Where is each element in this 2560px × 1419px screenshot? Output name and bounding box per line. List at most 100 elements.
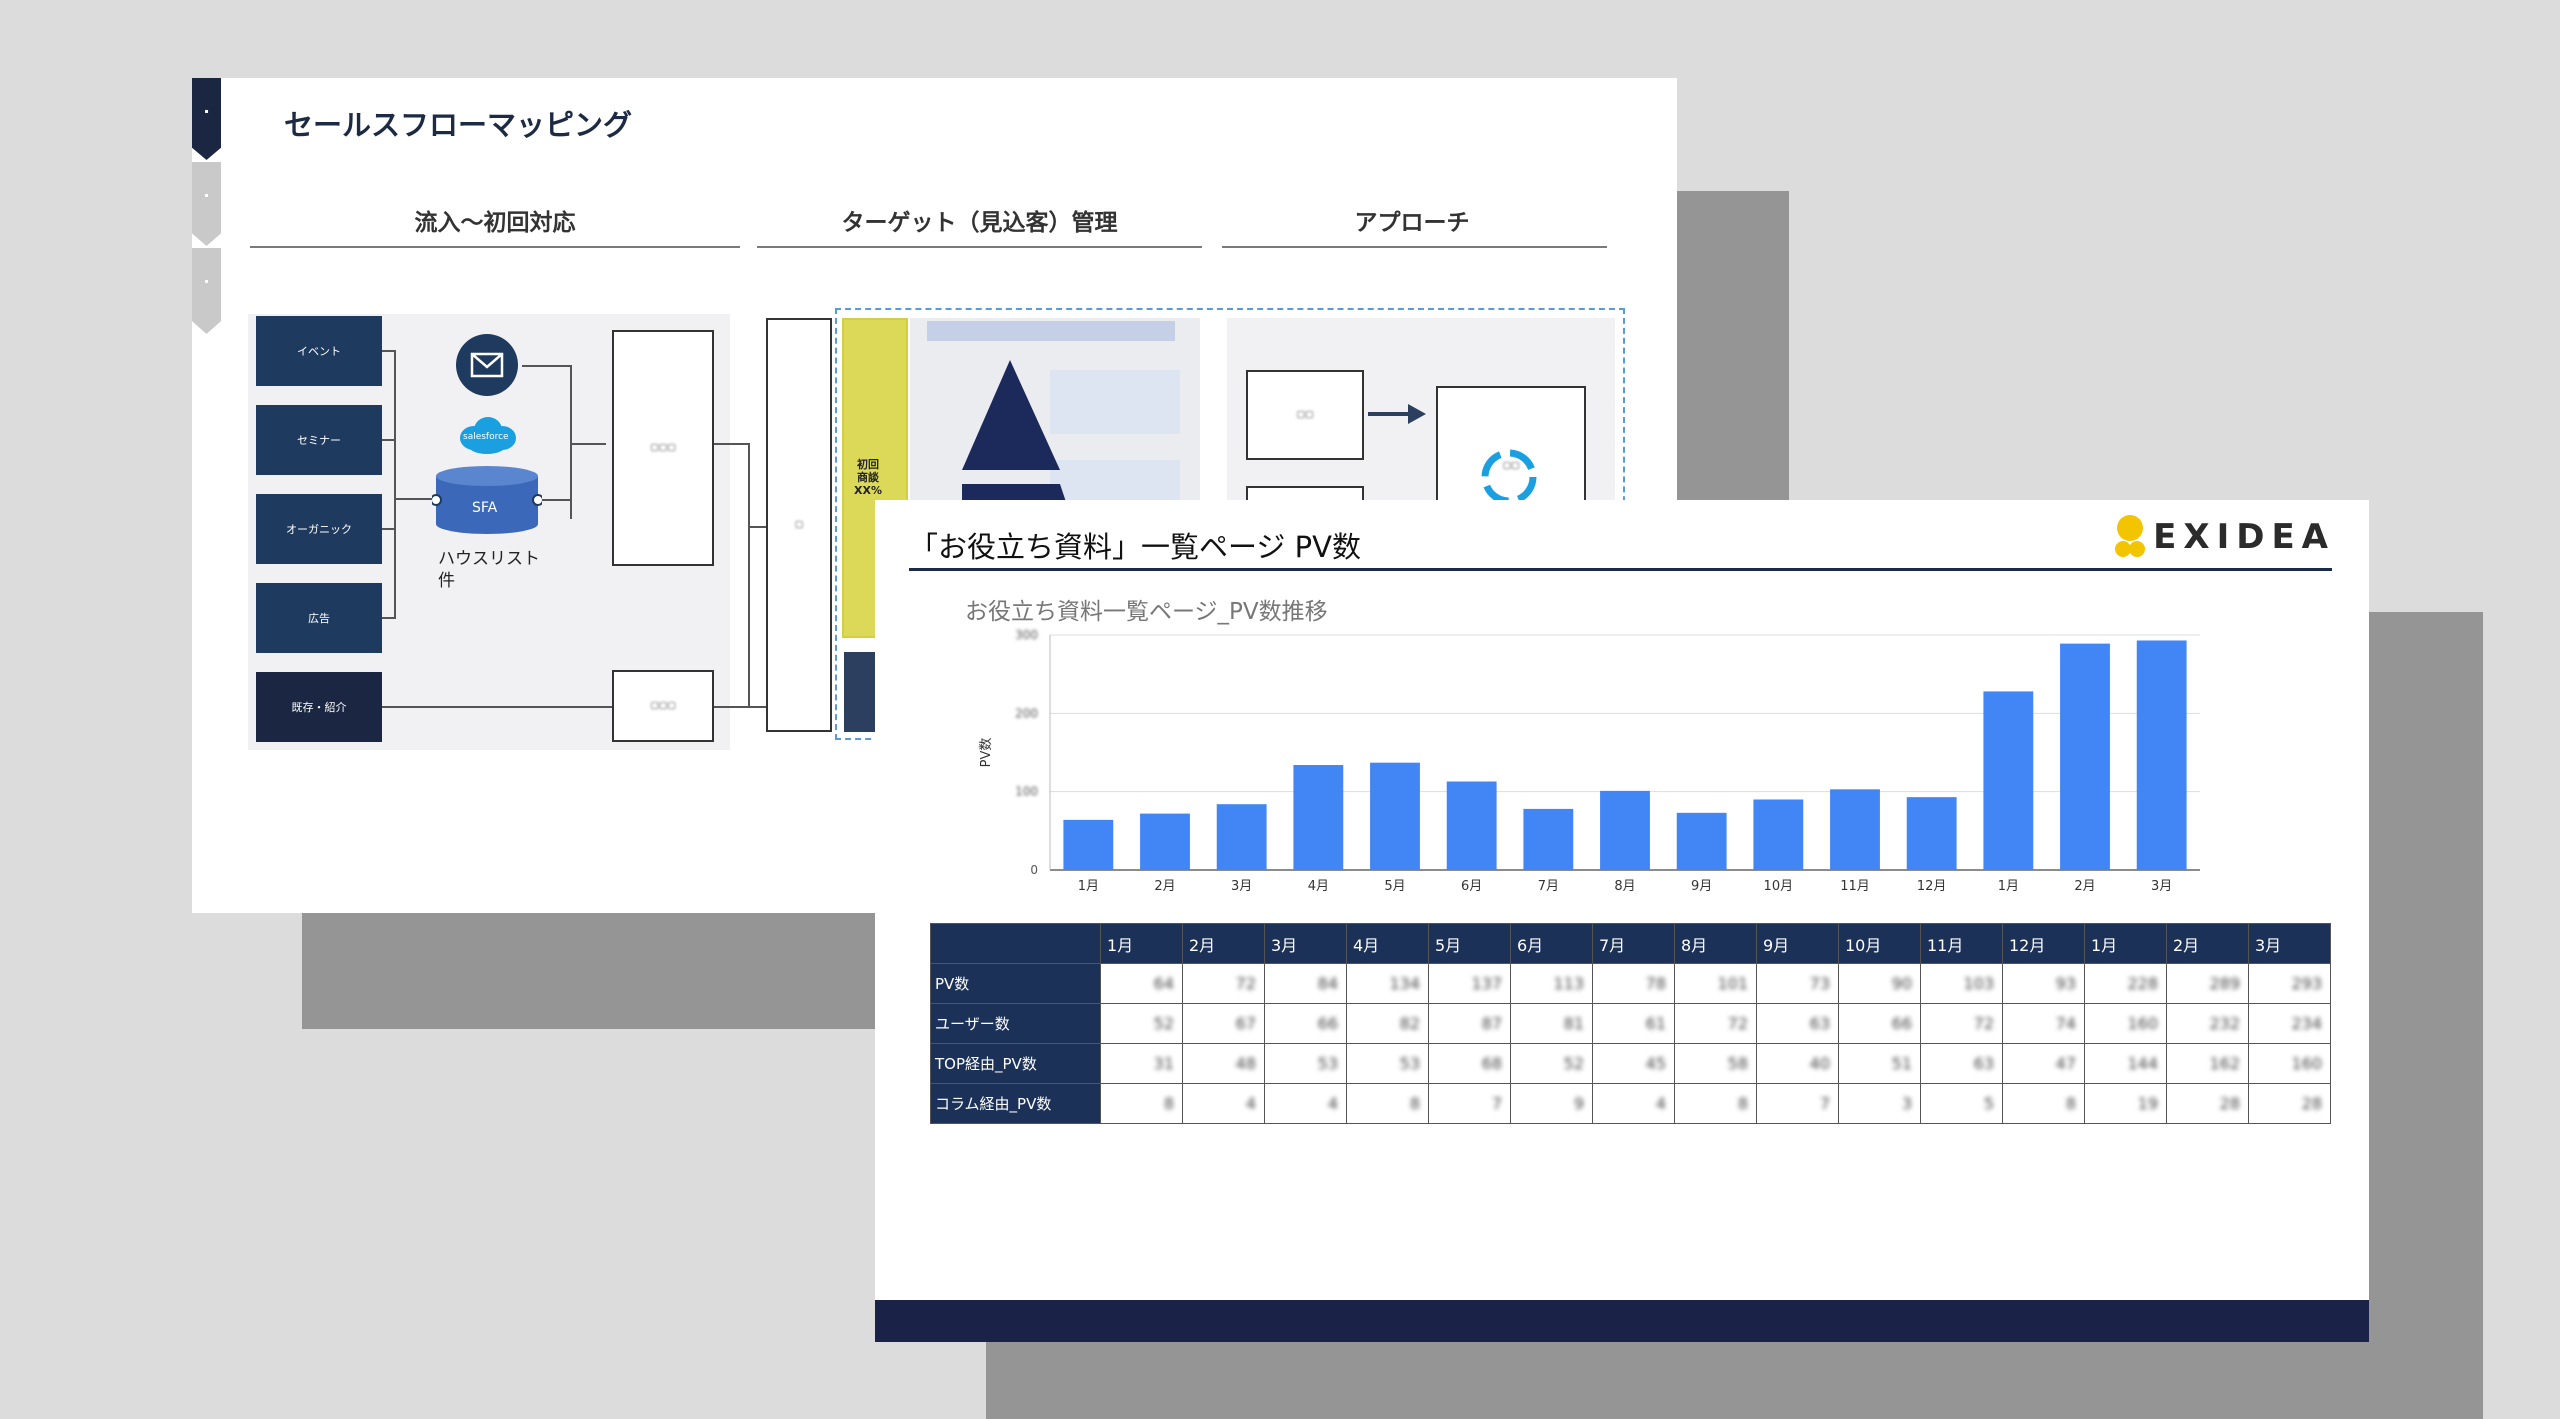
section-tab-1[interactable]: ▪: [192, 78, 221, 160]
row-label: PV数: [930, 963, 1101, 1004]
table-cell: 64: [1100, 963, 1183, 1004]
table-cell: 72: [1182, 963, 1265, 1004]
table-cell: 289: [2166, 963, 2249, 1004]
table-cell: 5: [1920, 1083, 2003, 1124]
table-cell: 73: [1756, 963, 1839, 1004]
x-tick-label: 2月: [1154, 879, 1175, 894]
salesforce-label: salesforce: [463, 432, 509, 442]
connector-line: [522, 365, 570, 367]
table-cell: 72: [1674, 1003, 1757, 1044]
table-cell: 47: [2002, 1043, 2085, 1084]
pv-bar-chart: 0 100 200 300 PV数 1月 2月 3月 4月 5月 6月 7月 8月 9月 10月 11月 12月…: [979, 628, 2200, 894]
table-cell: 3: [1838, 1083, 1921, 1124]
connector-line: [748, 443, 750, 708]
table-cell: 40: [1756, 1043, 1839, 1084]
bar: [2136, 640, 2187, 870]
connector-line: [382, 617, 394, 619]
arrow-right-icon: [1368, 404, 1426, 424]
source-organic[interactable]: オーガニック: [256, 494, 382, 564]
funnel-caption: [927, 321, 1175, 341]
source-seminar[interactable]: セミナー: [256, 405, 382, 475]
initial-meeting-label: 初回: [856, 458, 879, 471]
connector-line: [570, 365, 572, 519]
table-cell: 48: [1182, 1043, 1265, 1084]
process-box[interactable]: ▢▢▢: [612, 330, 714, 566]
table-cell: 63: [1756, 1003, 1839, 1044]
connector-line: [570, 443, 606, 445]
initial-meeting-rate: 初回 商談 XX%: [854, 458, 882, 497]
x-tick-label: 5月: [1384, 879, 1405, 894]
table-cell: 82: [1346, 1003, 1429, 1044]
table-cell: 293: [2248, 963, 2331, 1004]
bar: [1140, 813, 1190, 870]
table-cell: 113: [1510, 963, 1593, 1004]
table-cell: 67: [1182, 1003, 1265, 1044]
column-header: 1月: [2084, 923, 2167, 964]
section-tab-2[interactable]: ▪: [192, 162, 221, 246]
process-box[interactable]: ▢▢▢: [612, 670, 714, 742]
connector-line: [748, 526, 766, 528]
connector-line: [542, 499, 572, 501]
column-rule: [1222, 246, 1607, 248]
source-referral[interactable]: 既存・紹介: [256, 672, 382, 742]
column-header: 1月: [1100, 923, 1183, 964]
bar: [1216, 804, 1267, 870]
table-cell: 61: [1592, 1003, 1675, 1044]
table-cell: 8: [2002, 1083, 2085, 1124]
x-tick-label: 1月: [1078, 879, 1099, 894]
table-cell: 232: [2166, 1003, 2249, 1044]
table-cell: 84: [1264, 963, 1347, 1004]
connector-line: [382, 528, 394, 530]
column-header-approach: アプローチ: [1354, 210, 1470, 236]
table-cell: 4: [1592, 1083, 1675, 1124]
y-tick-label: 200: [1015, 706, 1038, 720]
approach-box[interactable]: ▢▢: [1246, 370, 1364, 460]
table-cell: 19: [2084, 1083, 2167, 1124]
x-tick-label: 6月: [1461, 879, 1482, 894]
table-cell: 66: [1264, 1003, 1347, 1044]
title-rule: [909, 568, 2332, 571]
table-cell: 101: [1674, 963, 1757, 1004]
sfa-label: SFA: [472, 500, 498, 516]
bar: [1523, 808, 1574, 870]
table-cell: 72: [1920, 1003, 2003, 1044]
bar: [1676, 812, 1727, 870]
pv-report-slide[interactable]: 「お役立ち資料」一覧ページ PV数 EXIDEA お役立ち資料一覧ページ_PV数…: [875, 500, 2369, 1342]
column-header: 2月: [1182, 923, 1265, 964]
table-cell: 78: [1592, 963, 1675, 1004]
x-tick-label: 8月: [1614, 879, 1635, 894]
row-label: コラム経由_PV数: [930, 1083, 1101, 1124]
source-event[interactable]: イベント: [256, 316, 382, 386]
column-header: 3月: [2248, 923, 2331, 964]
pv-table: 1月 2月 3月 4月 5月 6月 7月 8月 9月 10月 11月 12月 1月 2月 3月 PV数 64 7…: [930, 923, 2331, 1124]
table-row: コラム経由_PV数 8 4 4 8 7 9 4 8 7 3 5 8 19 28 28: [930, 1083, 2331, 1124]
table-cell: 63: [1920, 1043, 2003, 1084]
lead-box[interactable]: ▢: [766, 318, 832, 732]
table-corner: [930, 923, 1101, 964]
connector-line: [394, 350, 396, 619]
footer-bar: [875, 1300, 2369, 1342]
x-tick-label: 4月: [1308, 879, 1329, 894]
table-cell: 8: [1346, 1083, 1429, 1124]
connector-line: [382, 350, 394, 352]
table-cell: 7: [1428, 1083, 1511, 1124]
table-cell: 228: [2084, 963, 2167, 1004]
source-ads[interactable]: 広告: [256, 583, 382, 653]
bar: [2060, 643, 2110, 870]
table-cell: 52: [1510, 1043, 1593, 1084]
x-tick-label: 12月: [1917, 879, 1947, 894]
column-rule: [757, 246, 1202, 248]
x-tick-label: 2月: [2074, 879, 2095, 894]
table-cell: 103: [1920, 963, 2003, 1004]
initial-meeting-value: XX%: [854, 484, 882, 497]
table-row: TOP経由_PV数 31 48 53 53 68 52 45 58 40 51 63 47 144 162 1…: [930, 1043, 2331, 1084]
table-cell: 137: [1428, 963, 1511, 1004]
column-header: 7月: [1592, 923, 1675, 964]
exidea-logo: EXIDEA: [2115, 512, 2335, 562]
x-tick-label: 1月: [1998, 879, 2019, 894]
section-tab-3[interactable]: ▪: [192, 248, 221, 334]
x-tick-label: 11月: [1840, 879, 1870, 894]
table-cell: 234: [2248, 1003, 2331, 1044]
table-row: ユーザー数 52 67 66 82 87 81 61 72 63 66 72 74 160 232 234: [930, 1003, 2331, 1044]
table-cell: 7: [1756, 1083, 1839, 1124]
